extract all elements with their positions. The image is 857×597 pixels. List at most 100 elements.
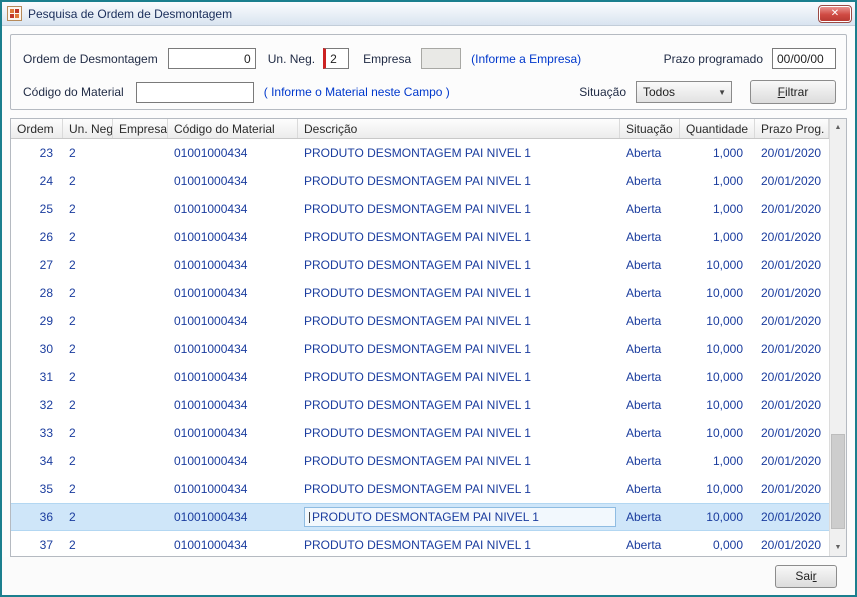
cell-descricao: PRODUTO DESMONTAGEM PAI NIVEL 1 (298, 507, 620, 527)
cell-prazo: 20/01/2020 (755, 230, 829, 244)
table-row[interactable]: 26 2 01001000434 PRODUTO DESMONTAGEM PAI… (11, 223, 829, 251)
cell-descricao: PRODUTO DESMONTAGEM PAI NIVEL 1 (298, 314, 620, 328)
vertical-scrollbar[interactable]: ▲ ▼ (829, 119, 846, 556)
cell-prazo: 20/01/2020 (755, 482, 829, 496)
window-title: Pesquisa de Ordem de Desmontagem (28, 7, 819, 21)
cell-un-neg: 2 (63, 174, 113, 188)
prazo-input[interactable] (772, 48, 836, 69)
close-button[interactable]: ✕ (819, 6, 851, 22)
cell-ordem: 23 (11, 146, 63, 160)
scrollbar-track[interactable] (830, 136, 846, 539)
cell-ordem: 32 (11, 398, 63, 412)
cell-ordem: 24 (11, 174, 63, 188)
un-neg-label: Un. Neg. (268, 52, 315, 66)
table-row[interactable]: 36 2 01001000434 PRODUTO DESMONTAGEM PAI… (11, 503, 829, 531)
cell-un-neg: 2 (63, 454, 113, 468)
table-row[interactable]: 31 2 01001000434 PRODUTO DESMONTAGEM PAI… (11, 363, 829, 391)
cell-descricao: PRODUTO DESMONTAGEM PAI NIVEL 1 (298, 258, 620, 272)
column-header-situacao[interactable]: Situação (620, 119, 680, 138)
empresa-hint: (Informe a Empresa) (471, 52, 581, 66)
cell-prazo: 20/01/2020 (755, 342, 829, 356)
cell-codigo: 01001000434 (168, 426, 298, 440)
table-row[interactable]: 29 2 01001000434 PRODUTO DESMONTAGEM PAI… (11, 307, 829, 335)
cell-quantidade: 10,000 (680, 398, 755, 412)
table-row[interactable]: 30 2 01001000434 PRODUTO DESMONTAGEM PAI… (11, 335, 829, 363)
column-header-empresa[interactable]: Empresa (113, 119, 168, 138)
table-row[interactable]: 34 2 01001000434 PRODUTO DESMONTAGEM PAI… (11, 447, 829, 475)
column-header-quantidade[interactable]: Quantidade (680, 119, 755, 138)
table-row[interactable]: 32 2 01001000434 PRODUTO DESMONTAGEM PAI… (11, 391, 829, 419)
cell-ordem: 33 (11, 426, 63, 440)
cell-un-neg: 2 (63, 398, 113, 412)
situacao-group: Situação Todos ▼ Filtrar (579, 80, 836, 104)
column-header-codigo[interactable]: Código do Material (168, 119, 298, 138)
cell-situacao: Aberta (620, 426, 680, 440)
cell-codigo: 01001000434 (168, 398, 298, 412)
table-row[interactable]: 23 2 01001000434 PRODUTO DESMONTAGEM PAI… (11, 139, 829, 167)
situacao-select[interactable]: Todos ▼ (636, 81, 732, 103)
codigo-input[interactable] (136, 82, 254, 103)
descricao-text: PRODUTO DESMONTAGEM PAI NIVEL 1 (304, 538, 531, 552)
sair-button[interactable]: Sair (775, 565, 837, 588)
cell-descricao: PRODUTO DESMONTAGEM PAI NIVEL 1 (298, 146, 620, 160)
table-row[interactable]: 24 2 01001000434 PRODUTO DESMONTAGEM PAI… (11, 167, 829, 195)
ordem-input[interactable] (168, 48, 256, 69)
descricao-text: PRODUTO DESMONTAGEM PAI NIVEL 1 (304, 174, 531, 188)
cell-un-neg: 2 (63, 146, 113, 160)
table-row[interactable]: 25 2 01001000434 PRODUTO DESMONTAGEM PAI… (11, 195, 829, 223)
form-row-2: Código do Material ( Informe o Material … (23, 80, 836, 104)
cell-ordem: 28 (11, 286, 63, 300)
close-icon: ✕ (831, 8, 839, 19)
cell-situacao: Aberta (620, 342, 680, 356)
filtrar-label-post: iltrar (785, 85, 808, 99)
table-row[interactable]: 35 2 01001000434 PRODUTO DESMONTAGEM PAI… (11, 475, 829, 503)
cell-situacao: Aberta (620, 538, 680, 552)
cell-descricao: PRODUTO DESMONTAGEM PAI NIVEL 1 (298, 286, 620, 300)
scroll-up-icon[interactable]: ▲ (830, 119, 846, 136)
table-row[interactable]: 37 2 01001000434 PRODUTO DESMONTAGEM PAI… (11, 531, 829, 556)
cell-un-neg: 2 (63, 370, 113, 384)
cell-codigo: 01001000434 (168, 510, 298, 524)
column-header-ordem[interactable]: Ordem (11, 119, 63, 138)
cell-prazo: 20/01/2020 (755, 314, 829, 328)
prazo-label: Prazo programado (664, 52, 763, 66)
cell-situacao: Aberta (620, 482, 680, 496)
cell-codigo: 01001000434 (168, 482, 298, 496)
scrollbar-thumb[interactable] (831, 434, 845, 529)
cell-quantidade: 10,000 (680, 286, 755, 300)
app-icon (7, 6, 22, 21)
descricao-text: PRODUTO DESMONTAGEM PAI NIVEL 1 (304, 482, 531, 496)
cell-quantidade: 10,000 (680, 370, 755, 384)
descricao-text: PRODUTO DESMONTAGEM PAI NIVEL 1 (304, 314, 531, 328)
table-row[interactable]: 28 2 01001000434 PRODUTO DESMONTAGEM PAI… (11, 279, 829, 307)
cell-situacao: Aberta (620, 286, 680, 300)
column-header-prazo-prog[interactable]: Prazo Prog. (755, 119, 829, 138)
table-row[interactable]: 33 2 01001000434 PRODUTO DESMONTAGEM PAI… (11, 419, 829, 447)
column-header-descricao[interactable]: Descrição (298, 119, 620, 138)
cell-quantidade: 1,000 (680, 146, 755, 160)
filtrar-button[interactable]: Filtrar (750, 80, 836, 104)
cell-ordem: 26 (11, 230, 63, 244)
cell-descricao: PRODUTO DESMONTAGEM PAI NIVEL 1 (298, 230, 620, 244)
cell-descricao: PRODUTO DESMONTAGEM PAI NIVEL 1 (298, 538, 620, 552)
table-row[interactable]: 27 2 01001000434 PRODUTO DESMONTAGEM PAI… (11, 251, 829, 279)
cell-situacao: Aberta (620, 398, 680, 412)
descricao-text: PRODUTO DESMONTAGEM PAI NIVEL 1 (304, 398, 531, 412)
cell-ordem: 30 (11, 342, 63, 356)
cell-situacao: Aberta (620, 370, 680, 384)
cell-situacao: Aberta (620, 258, 680, 272)
cell-quantidade: 1,000 (680, 174, 755, 188)
column-header-un-neg[interactable]: Un. Neg. (63, 119, 113, 138)
cell-codigo: 01001000434 (168, 454, 298, 468)
cell-quantidade: 1,000 (680, 230, 755, 244)
cell-situacao: Aberta (620, 510, 680, 524)
empresa-input[interactable] (421, 48, 461, 69)
cell-un-neg: 2 (63, 314, 113, 328)
cell-un-neg: 2 (63, 538, 113, 552)
cell-codigo: 01001000434 (168, 314, 298, 328)
descricao-text: PRODUTO DESMONTAGEM PAI NIVEL 1 (304, 370, 531, 384)
scroll-down-icon[interactable]: ▼ (830, 539, 846, 556)
cell-ordem: 25 (11, 202, 63, 216)
un-neg-input[interactable] (323, 48, 349, 69)
descricao-text: PRODUTO DESMONTAGEM PAI NIVEL 1 (304, 507, 616, 527)
